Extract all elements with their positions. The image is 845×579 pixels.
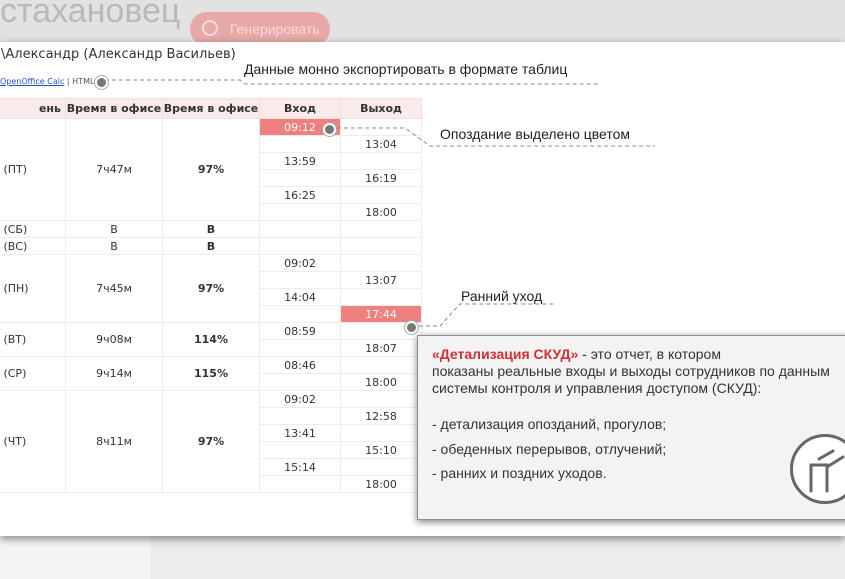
info-box: «Детализация СКУД» - это отчет, в которо… [417,335,845,520]
turnstile-icon [790,434,845,504]
info-line-2: показаны реальные входы и выходы сотрудн… [432,363,830,379]
info-title: «Детализация СКУД» [432,346,579,362]
annotation-late: Опоздание выделено цветом [440,126,631,142]
info-line-3: системы контроля и управления доступом (… [432,380,762,396]
late-marker-icon [323,123,336,136]
info-bullet-3: - ранних и поздних уходов. [432,465,607,481]
info-title-line: «Детализация СКУД» - это отчет, в которо… [432,346,721,362]
background-sidebar [0,530,150,579]
generate-icon [202,20,218,36]
background-app-title: стахановец [0,0,181,30]
info-bullet-2: - обеденных перерывов, отлучений; [432,441,667,457]
early-marker-icon [405,321,418,334]
generate-button[interactable]: Генерировать [190,12,330,46]
export-marker-icon [95,76,108,89]
annotation-early: Ранний уход [461,288,543,304]
info-title-rest: - это отчет, в котором [578,346,721,362]
annotation-export: Данные монно экспортировать в формате та… [244,61,568,77]
info-bullet-1: - детализация опозданий, прогулов; [432,416,667,432]
generate-button-label: Генерировать [230,21,320,37]
